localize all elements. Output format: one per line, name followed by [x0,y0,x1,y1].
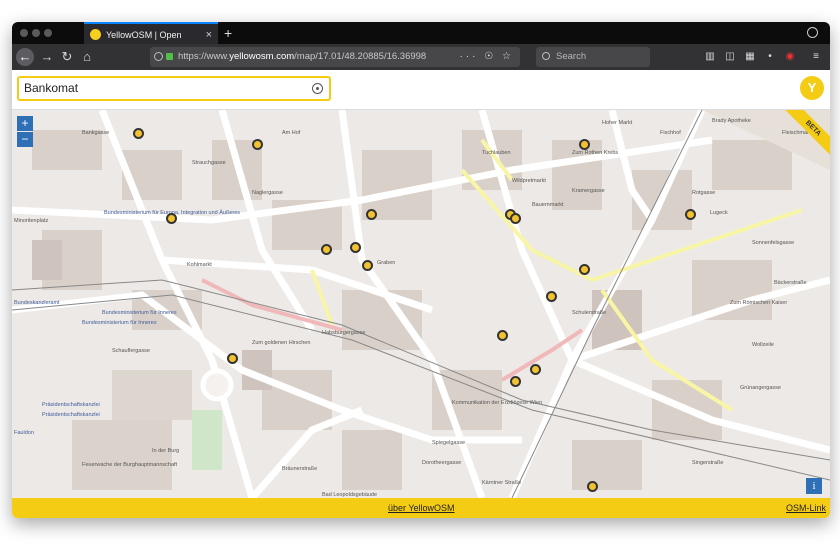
map-label: Singerstraße [692,460,724,466]
place-search-input[interactable]: Bankomat [17,76,331,101]
map-label: Kramergasse [572,188,605,194]
map-label: Schauflergasse [112,348,150,354]
back-button[interactable]: ← [16,48,34,66]
map-label: Schulerstraße [572,310,607,316]
map-label: Zum Römischen Kaiser [730,300,788,306]
yellowosm-favicon-icon [90,29,101,40]
menu-icon[interactable]: ≡ [810,50,822,63]
map-label: Wollzeile [752,342,774,348]
map-label: Präsidentschaftskanzlei [42,412,100,418]
map-label: Zum Rothen Krebs [572,150,619,156]
map-label: Minoritenplatz [14,218,49,224]
atm-marker[interactable] [362,259,374,271]
secure-lock-icon [166,53,173,60]
atm-marker[interactable] [579,263,591,275]
map-label: Tuchlauben [482,150,511,156]
atm-marker[interactable] [133,127,145,139]
tab-bar: YellowOSM | Open Locations × + [12,22,830,62]
page-actions-icons[interactable]: ··· ☉ ☆ [460,47,514,67]
map-label: Zum goldenen Hirschen [252,340,311,346]
map-label: Bundesministerium für Inneres [82,320,157,326]
minimize-window-icon[interactable] [32,29,40,37]
zoom-controls: + − [17,116,33,148]
map-label: Bundesministerium für Inneres [102,310,177,316]
osm-link[interactable]: OSM-Link [786,498,826,518]
map-label: Fischhof [660,130,681,136]
map-canvas[interactable]: + − BETA i Minoritenplatz Bundesministeri… [12,99,830,498]
map-label: Strauchgasse [192,160,226,166]
street-map-background [12,110,830,498]
map-label: Hoher Markt [602,120,633,126]
atm-marker[interactable] [497,329,509,341]
zoom-out-button[interactable]: − [17,132,33,147]
map-label: Bauernmarkt [532,202,564,208]
extension-grid-icon[interactable]: ▦ [744,50,756,63]
map-label: Präsidentschaftskanzlei [42,402,100,408]
maximize-window-icon[interactable] [44,29,52,37]
map-label: Feuerwache der Burghauptmannschaft [82,462,178,468]
yellowosm-page: Bankomat Y + − BETA i Minoritenplatz Bun… [12,70,830,518]
map-label: Bankgasse [82,130,110,136]
atm-marker[interactable] [509,213,521,225]
about-yellowosm-link[interactable]: über YellowOSM [388,498,455,518]
navigation-bar: ← → ↻ ⌂ https://www.yellowosm.com/map/17… [12,44,830,70]
yellowosm-logo[interactable]: Y [800,76,824,100]
app-header: Bankomat Y [12,70,830,110]
tab-close-icon[interactable]: × [206,24,212,46]
atm-marker[interactable] [509,376,521,388]
map-label: Sonnenfelsgasse [752,240,795,246]
close-window-icon[interactable] [20,29,28,37]
site-info-icon[interactable] [154,52,163,61]
map-label: Grünangergasse [740,385,781,391]
map-label: Naglergasse [252,190,283,196]
library-icon[interactable]: ▥ [704,50,716,63]
zoom-in-button[interactable]: + [17,116,33,131]
map-label: Bäckerstraße [774,280,807,286]
sidebar-icon[interactable]: ◫ [724,50,736,63]
map-label: Bundeskanzleramt [14,300,60,306]
url-prefix: https://www. [178,51,230,62]
map-label: Fauldon [14,430,34,436]
browser-window: YellowOSM | Open Locations × + ← → ↻ ⌂ h… [12,22,830,518]
search-icon [542,52,550,60]
url-bar[interactable]: https://www.yellowosm.com/map/17.01/48.2… [150,47,520,67]
map-label: Bräunerstraße [282,466,318,472]
forward-button[interactable]: → [38,48,56,66]
map-label: Brady Apotheke [712,118,751,124]
map-label: In der Burg [152,448,180,454]
map-label: Spiegelgasse [432,440,466,446]
map-label: Kohlmarkt [187,262,212,268]
new-tab-button[interactable]: + [224,22,232,44]
extension-icon[interactable]: • [764,50,776,63]
ublock-icon[interactable]: ◉ [784,50,796,63]
home-button[interactable]: ⌂ [78,48,96,66]
browser-search-input[interactable]: Search [536,47,650,67]
map-label: Habsburgergasse [322,330,366,336]
tracking-protection-icon[interactable] [807,27,818,38]
map-label: Wildpretmarkt [512,178,546,184]
url-domain: yellowosm.com [229,51,295,62]
locate-me-icon[interactable] [312,83,323,94]
search-placeholder: Search [556,51,587,62]
footer-bar: über YellowOSM OSM-Link [12,498,830,518]
map-label: Graben [377,260,396,266]
map-info-button[interactable]: i [806,478,822,494]
url-path: /map/17.01/48.20885/16.36998 [294,51,427,62]
map-label: Kärntner Straße [482,480,522,486]
reload-button[interactable]: ↻ [58,48,76,66]
map-label: Rotgasse [692,190,716,196]
map-label: Lugeck [710,210,728,216]
map-label: Am Hof [282,130,301,136]
search-value: Bankomat [24,81,79,95]
browser-tab[interactable]: YellowOSM | Open Locations × [84,22,218,62]
map-label: Dorotheergasse [422,460,462,466]
map-label: Kommunikation der Erzdiözese Wien [452,400,543,406]
